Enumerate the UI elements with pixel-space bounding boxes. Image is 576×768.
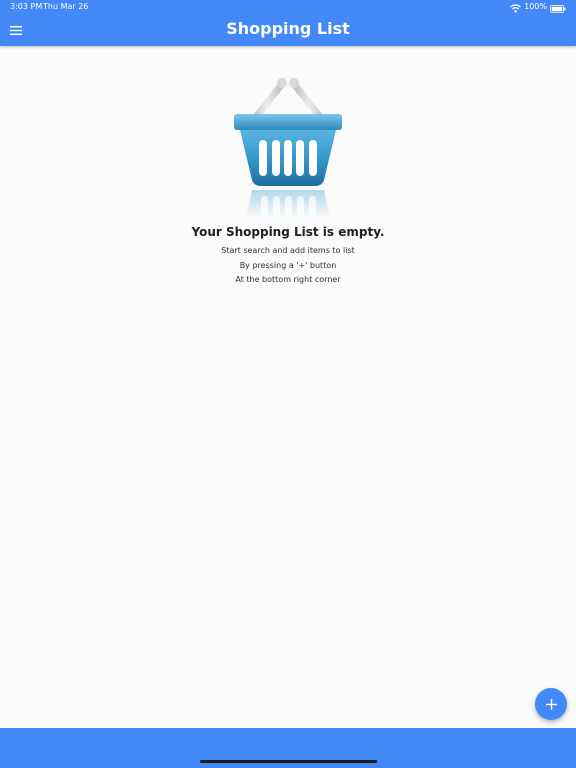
- status-date: Thu Mar 26: [43, 2, 89, 11]
- home-indicator[interactable]: [200, 760, 377, 763]
- battery-icon: [550, 0, 566, 17]
- add-item-button[interactable]: [535, 688, 567, 720]
- app-screen: 3:03 PM Thu Mar 26 100% Shopping List Yo…: [0, 0, 576, 768]
- app-bar: 3:03 PM Thu Mar 26 100% Shopping List: [0, 0, 576, 46]
- empty-hint-line-1: Start search and add items to list: [221, 246, 355, 255]
- empty-heading: Your Shopping List is empty.: [191, 225, 385, 239]
- status-time: 3:03 PM: [10, 2, 43, 11]
- status-indicators: 100%: [510, 1, 566, 13]
- plus-icon: [545, 695, 557, 714]
- battery-percent: 100%: [524, 2, 547, 11]
- empty-state: Your Shopping List is empty. Start searc…: [0, 70, 576, 285]
- page-title: Shopping List: [226, 19, 350, 38]
- shopping-basket-icon: [218, 70, 358, 220]
- empty-hint-line-3: At the bottom right corner: [235, 275, 341, 284]
- wifi-icon: [510, 0, 522, 17]
- empty-hint-line-2: By pressing a '+' button: [239, 260, 337, 270]
